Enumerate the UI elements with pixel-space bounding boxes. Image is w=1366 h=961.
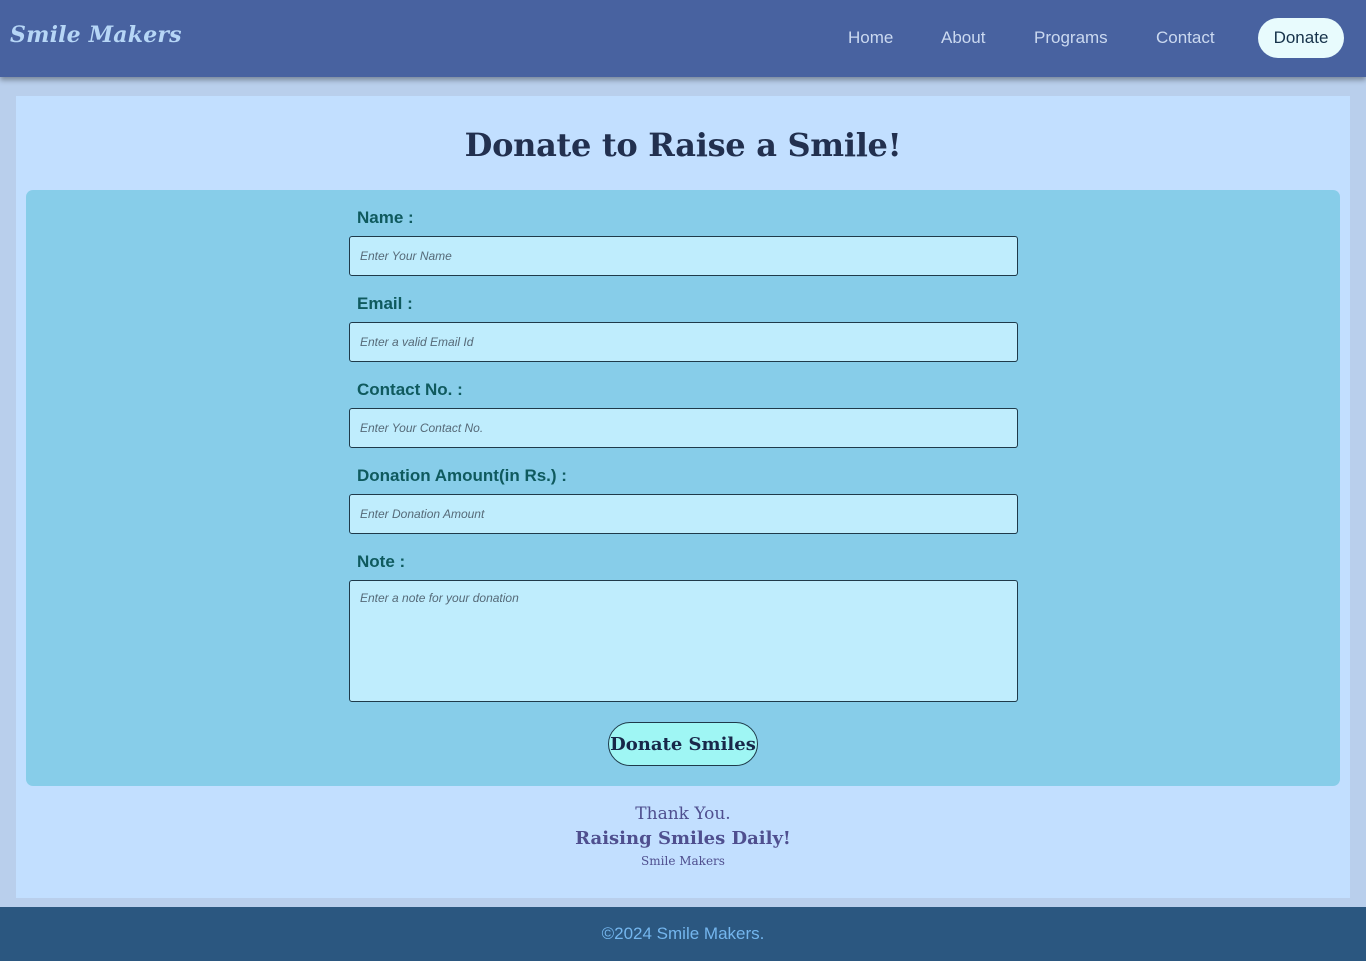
nav-programs-link[interactable]: Programs xyxy=(1034,28,1108,48)
main-container: Donate to Raise a Smile! Name : Email : … xyxy=(16,96,1350,898)
navbar: Smile Makers Home About Programs Contact… xyxy=(0,0,1366,77)
nav-donate-button[interactable]: Donate xyxy=(1258,18,1344,58)
email-label: Email : xyxy=(357,294,413,313)
contact-input[interactable] xyxy=(349,408,1018,448)
note-label: Note : xyxy=(357,552,406,571)
email-input[interactable] xyxy=(349,322,1018,362)
name-input[interactable] xyxy=(349,236,1018,276)
name-label: Name : xyxy=(357,208,414,227)
donation-form: Name : Email : Contact No. : Donation Am… xyxy=(26,190,1340,786)
page-title: Donate to Raise a Smile! xyxy=(464,126,902,164)
note-textarea[interactable] xyxy=(349,580,1018,702)
donation-amount-input[interactable] xyxy=(349,494,1018,534)
nav-about-link[interactable]: About xyxy=(941,28,985,48)
footer-copyright: ©2024 Smile Makers. xyxy=(601,924,765,943)
donate-smiles-button[interactable]: Donate Smiles xyxy=(608,722,758,766)
footer: ©2024 Smile Makers. xyxy=(0,907,1366,961)
brand-logo[interactable]: Smile Makers xyxy=(10,22,182,48)
tagline: Raising Smiles Daily! xyxy=(575,828,791,849)
nav-contact-link[interactable]: Contact xyxy=(1156,28,1215,48)
contact-label: Contact No. : xyxy=(357,380,463,399)
thanks-signature: Smile Makers xyxy=(641,854,725,868)
donation-amount-label: Donation Amount(in Rs.) : xyxy=(357,466,567,485)
nav-home-link[interactable]: Home xyxy=(848,28,893,48)
thanks-message: Thank You. xyxy=(635,804,731,824)
